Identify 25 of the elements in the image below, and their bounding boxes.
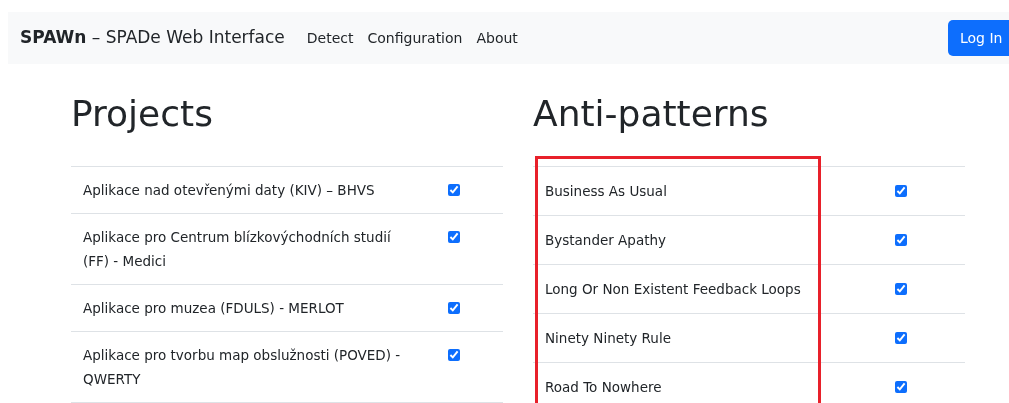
checkbox[interactable]	[448, 302, 460, 314]
nav-link[interactable]: About	[476, 27, 518, 49]
checkbox[interactable]	[895, 234, 907, 246]
checkbox[interactable]	[448, 231, 460, 243]
section-heading: Anti-patterns	[533, 92, 769, 136]
checkbox[interactable]	[895, 283, 907, 295]
checkbox[interactable]	[895, 381, 907, 393]
list-item-label: Bystander Apathy	[544, 231, 668, 250]
list-item-label: Ninety Ninety Rule	[544, 329, 672, 348]
list-item-label: Aplikace pro tvorbu map obslužnosti (POVED) - QWERTY	[82, 346, 402, 389]
checkbox[interactable]	[895, 332, 907, 344]
brand-link[interactable]: SPAWn – SPADe Web Interface	[20, 25, 285, 51]
login-button[interactable]: Log In	[948, 20, 1009, 56]
list-item-label: Road To Nowhere	[544, 378, 663, 397]
checkbox[interactable]	[895, 185, 907, 197]
list-item-label: Aplikace pro muzea (FDULS) - MERLOT	[82, 299, 345, 318]
list-item-label: Long Or Non Existent Feedback Loops	[544, 280, 802, 299]
list-item-label: Aplikace nad otevřenými daty (KIV) – BHVS	[82, 181, 376, 200]
section-heading: Projects	[71, 92, 213, 136]
checkbox[interactable]	[448, 349, 460, 361]
checkbox[interactable]	[448, 184, 460, 196]
list-item-label: Business As Usual	[544, 182, 668, 201]
nav-link[interactable]: Detect	[306, 27, 354, 49]
list-item-label: Aplikace pro Centrum blízkovýchodních studií (FF) - Medici	[82, 228, 392, 271]
nav-link[interactable]: Configuration	[367, 27, 463, 49]
